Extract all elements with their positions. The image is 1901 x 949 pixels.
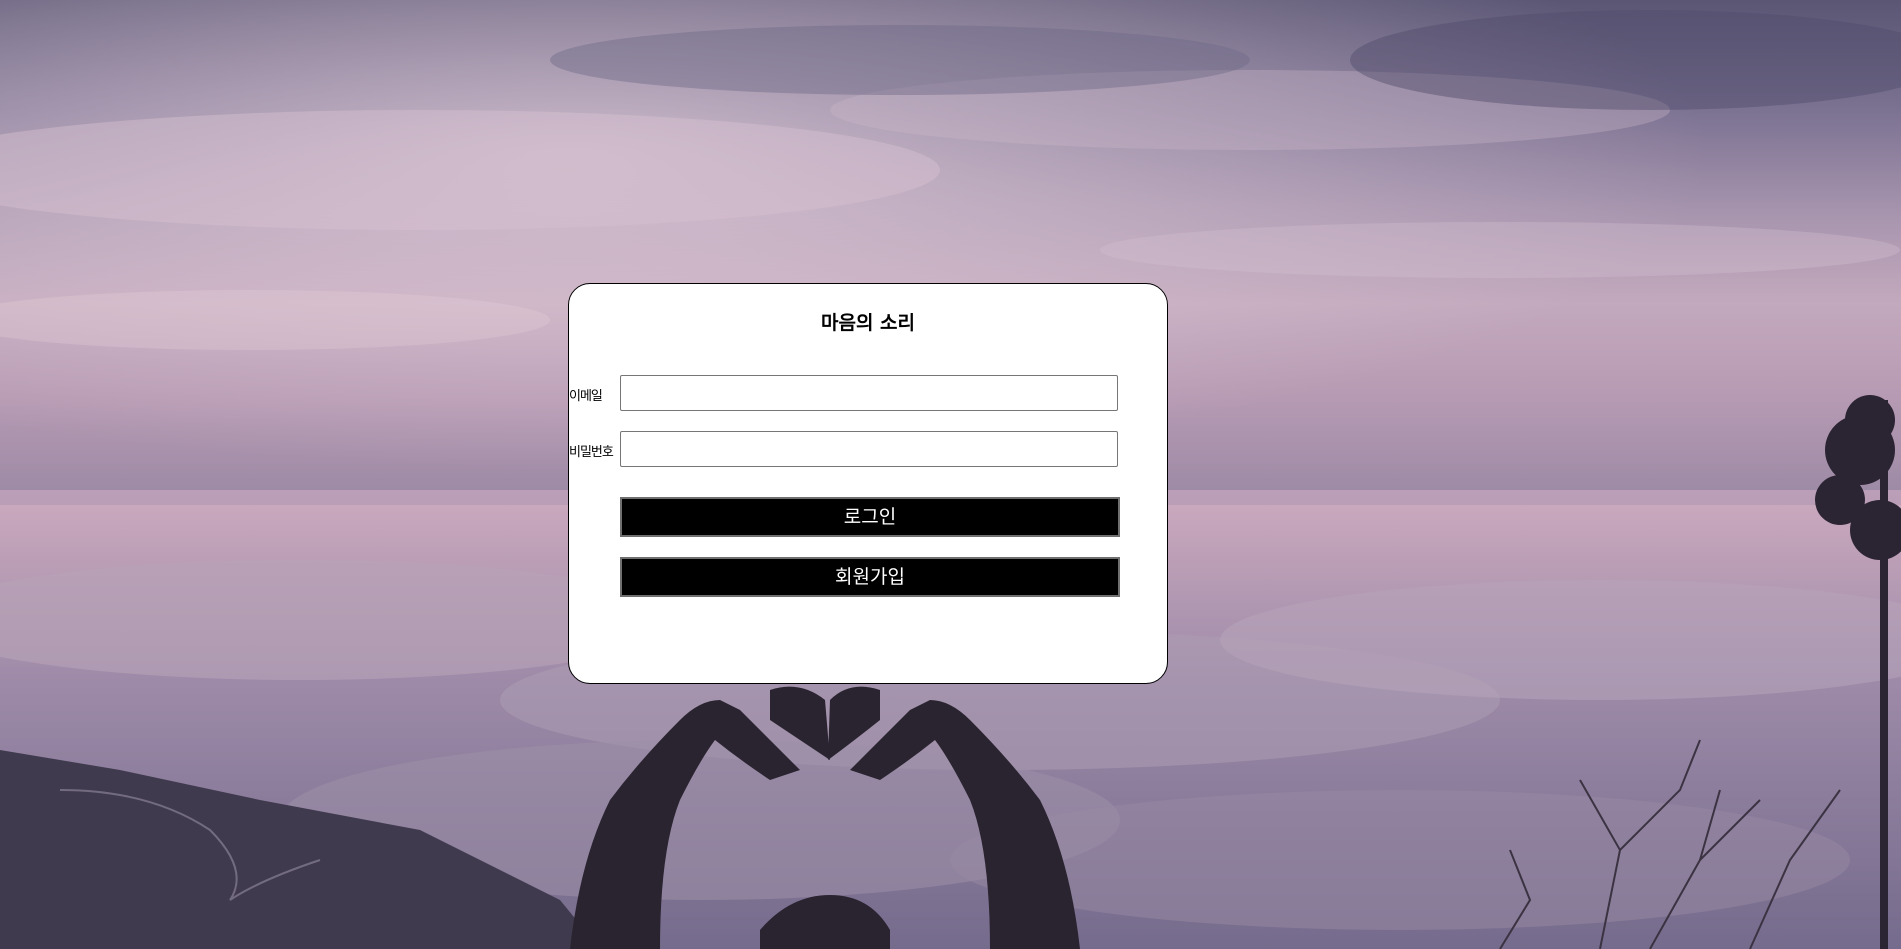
password-label: 비밀번호 — [569, 445, 614, 460]
background-scene: 마음의 소리 이메일 비밀번호 로그인 회원가입 — [0, 0, 1901, 949]
app-title: 마음의 소리 — [820, 312, 915, 334]
login-card: 마음의 소리 이메일 비밀번호 로그인 회원가입 — [568, 283, 1168, 684]
email-label: 이메일 — [569, 389, 603, 404]
signup-button[interactable]: 회원가입 — [620, 557, 1120, 597]
login-button[interactable]: 로그인 — [620, 497, 1120, 537]
password-input[interactable] — [620, 431, 1118, 467]
email-input[interactable] — [620, 375, 1118, 411]
